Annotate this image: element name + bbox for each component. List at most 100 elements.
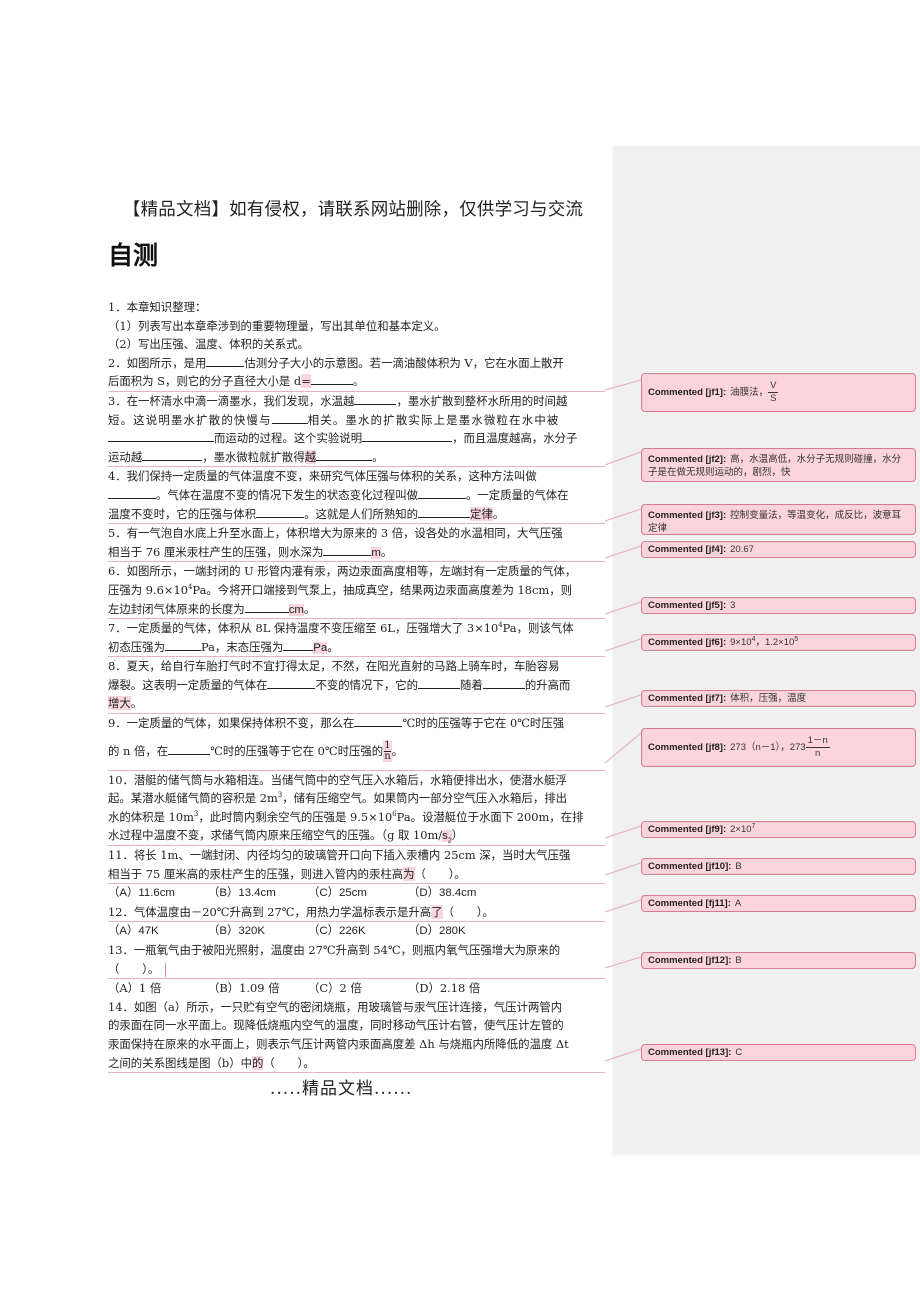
comment-jf9[interactable]: Commented [jf9]: 2×107 xyxy=(641,821,916,838)
comment-jf2[interactable]: Commented [jf2]: 高，水温高低，水分子无规则碰撞，水分子是在做无规… xyxy=(641,448,916,482)
comment-anchor-jf5[interactable]: cm xyxy=(288,603,304,616)
option-c[interactable]: （C）2 倍 xyxy=(308,979,408,998)
q11-line-1: 11．将长 1m、一端封闭、内径均匀的玻璃管开口向下插入汞槽内 25cm 深，当… xyxy=(108,848,571,863)
comment-jf7[interactable]: Commented [jf7]: 体积，压强，温度 xyxy=(641,690,916,707)
answer-blank[interactable] xyxy=(310,372,353,386)
comment-anchor-jf2[interactable]: 越 xyxy=(304,449,317,464)
q10-line-4: 水过程中温度不变，求储气筒内原来压缩空气的压强。（g 取 10m/s2） xyxy=(108,826,605,847)
comment-anchor-jf9[interactable]: s2 xyxy=(442,830,452,845)
comment-jf4[interactable]: Commented [jf4]: 20.67 xyxy=(641,541,916,558)
answer-blank[interactable] xyxy=(206,354,245,367)
answer-blank[interactable] xyxy=(271,411,308,424)
q10-line-2: 起。某潜水艇储气筒的容积是 2m3，储有压缩空气。如果筒内一部分空气压入水箱后，… xyxy=(108,791,567,806)
q3-line-4: 运动越 ，墨水微粒就扩散得越。 xyxy=(108,448,605,468)
option-d[interactable]: （D）38.4cm xyxy=(408,884,476,903)
option-b[interactable]: （B）320K xyxy=(208,922,308,941)
option-a[interactable]: （A）11.6cm xyxy=(108,884,208,903)
comment-jf12[interactable]: Commented [jf12]: B xyxy=(641,952,916,969)
answer-blank[interactable] xyxy=(267,676,316,689)
q5-line-2: 相当于 76 厘米汞柱产生的压强，则水深为 m。 xyxy=(108,543,605,563)
q10-line-1: 10．潜艇的储气筒与水箱相连。当储气筒中的空气压入水箱后，水箱便排出水，使潜水艇… xyxy=(108,772,567,787)
q13-line-1: 13．一瓶氧气由于被阳光照射，温度由 27℃升高到 54℃，则瓶内氧气压强增大为… xyxy=(108,943,561,957)
answer-blank[interactable] xyxy=(108,429,214,443)
comment-jf13[interactable]: Commented [jf13]: C xyxy=(641,1044,916,1061)
q1-line-1: 1．本章知识整理： xyxy=(108,300,207,314)
option-a[interactable]: （A）47K xyxy=(108,922,208,941)
comment-jf6[interactable]: Commented [jf6]: 9×104，1.2×105 xyxy=(641,634,916,651)
q7-line-1: 7．一定质量的气体，体积从 8L 保持温度不变压缩至 6L，压强增大了 3×10… xyxy=(108,621,574,636)
option-b[interactable]: （B）1.09 倍 xyxy=(208,979,308,998)
answer-blank[interactable] xyxy=(418,486,466,499)
q8-line-2: 爆裂。这表明一定质量的气体在 不变的情况下，它的 随着 的升高而 xyxy=(108,676,571,692)
answer-blank[interactable] xyxy=(283,638,314,651)
q11-line-2: 相当于 75 厘米高的汞柱产生的压强，则进入管内的汞柱高为（ ）。 xyxy=(108,865,605,885)
q10-line-3: 水的体积是 10m3，此时筒内剩余空气的压强是 9.5×106Pa。设潜艇位于水… xyxy=(108,809,584,824)
q5-line-1: 5．有一气泡自水底上升至水面上，体积增大为原来的 3 倍，设各处的水温相同，大气… xyxy=(108,526,563,541)
answer-blank[interactable] xyxy=(482,676,525,689)
option-d[interactable]: （D）280K xyxy=(408,922,466,941)
comment-anchor-jf4[interactable]: m xyxy=(371,546,381,559)
q14-line-4: 之间的关系图线是图（b）中的（ ）。 xyxy=(108,1054,605,1074)
comment-anchor-jf8[interactable]: 1n xyxy=(383,741,392,763)
option-d[interactable]: （D）2.18 倍 xyxy=(408,979,480,998)
option-b[interactable]: （B）13.4cm xyxy=(208,884,308,903)
answer-blank[interactable] xyxy=(354,714,403,728)
q6-line-1: 6．如图所示，一端封闭的 U 形管内灌有汞，两边汞面高度相等，左端封有一定质量的… xyxy=(108,564,577,579)
q3-line-2: 短。这说明墨水扩散的快慢与 相关。墨水的扩散实际上是墨水微粒在水中被 xyxy=(108,411,560,427)
answer-blank[interactable] xyxy=(168,742,211,755)
comment-jf10[interactable]: Commented [jf10]: B xyxy=(641,858,916,875)
comment-anchor-jf3[interactable]: 定律 xyxy=(470,506,493,521)
answer-blank[interactable] xyxy=(354,392,397,405)
q4-line-2: 。气体在温度不变的情况下发生的状态变化过程叫做 。一定质量的气体在 xyxy=(108,486,605,505)
answer-blank[interactable] xyxy=(108,486,156,499)
q14-line-2: 的汞面在同一水平面上。现降低烧瓶内空气的温度，同时移动气压计右管，使气压计左管的 xyxy=(108,1018,564,1033)
q8-line-1: 8．夏天，给自行车胎打气时不宜打得太足，不然，在阳光直射的马路上骑车时，车胎容易 xyxy=(108,659,560,674)
answer-blank[interactable] xyxy=(164,638,201,651)
comment-anchor-jf13[interactable]: 的 xyxy=(251,1055,264,1070)
footer-banner: .....精品文档...... xyxy=(270,1079,413,1099)
q11-options: （A）11.6cm （B）13.4cm （C）25cm （D）38.4cm xyxy=(108,884,605,903)
q9-line-2: 的 n 倍，在 ℃时的压强等于它在 0℃时压强的 1 n。 xyxy=(108,733,605,771)
answer-blank[interactable] xyxy=(256,505,305,518)
comment-anchor-jf6[interactable]: Pa xyxy=(313,641,328,654)
answer-blank[interactable] xyxy=(362,429,453,443)
q14-line-1: 14．如图（a）所示，一只贮有空气的密闭烧瓶，用玻璃管与汞气压计连接，气压计两管… xyxy=(108,999,563,1014)
answer-blank[interactable] xyxy=(418,676,461,689)
q2-line-2: 后面积为 S，则它的分子直径大小是 d=。 xyxy=(108,372,605,392)
comment-anchor-jf1[interactable]: = xyxy=(301,374,311,389)
q1-line-3: （2）写出压强、温度、体积的关系式。 xyxy=(108,337,309,352)
q13-options: （A）1 倍（B）1.09 倍（C）2 倍（D）2.18 倍 xyxy=(108,979,605,998)
q7-line-2: 初态压强为 Pa，末态压强为 Pa。 xyxy=(108,638,605,658)
q12-line-1: 12．气体温度由－20℃升高到 27℃，用热力学温标表示是升高了（ ）。 xyxy=(108,903,605,923)
answer-blank[interactable] xyxy=(323,543,372,556)
comment-jf8[interactable]: Commented [jf8]: 273（n－1），273 1－n n xyxy=(641,728,916,767)
comment-anchor-jf7[interactable]: 增大 xyxy=(108,696,131,711)
comment-jf3[interactable]: Commented [jf3]: 控制变量法，等温变化，成反比，波意耳定律 xyxy=(641,504,916,535)
answer-blank[interactable] xyxy=(316,448,373,461)
comment-jf5[interactable]: Commented [jf5]: 3 xyxy=(641,597,916,614)
option-c[interactable]: （C）25cm xyxy=(308,884,408,903)
answer-blank[interactable] xyxy=(244,600,289,613)
comment-fj11[interactable]: Commented [fj11]: A xyxy=(641,895,916,912)
comment-anchor-jf12[interactable] xyxy=(165,962,167,977)
q6-line-2: 压强为 9.6×104Pa。今将开口端接到气泵上，抽成真空，结果两边汞面高度差为… xyxy=(108,582,572,597)
q4-line-3: 温度不变时，它的压强与体积 。这就是人们所熟知的 定律。 xyxy=(108,505,605,525)
option-a[interactable]: （A）1 倍 xyxy=(108,979,208,998)
comment-anchor-fj11[interactable]: 了 xyxy=(431,904,443,919)
comment-jf1[interactable]: Commented [jf1]: 油膜法， VS xyxy=(641,373,916,412)
q14-line-3: 汞面保持在原来的水平面上，则表示气压计两管内汞面高度差 Δh 与烧瓶内所降低的温… xyxy=(108,1036,569,1051)
answer-blank[interactable] xyxy=(418,505,471,518)
option-c[interactable]: （C）226K xyxy=(308,922,408,941)
q3-line-1: 3．在一杯清水中滴一滴墨水，我们发现，水温越 ，墨水扩散到整杯水所用的时间越 xyxy=(108,392,568,408)
document-body: 1．本章知识整理： （1）列表写出本章牵涉到的重要物理量，写出其单位和基本定义。… xyxy=(108,298,605,1074)
q8-line-3: 增大。 xyxy=(108,694,605,715)
q1-line-2: （1）列表写出本章牵涉到的重要物理量，写出其单位和基本定义。 xyxy=(108,318,446,333)
comment-anchor-jf10[interactable]: 为 xyxy=(403,866,415,881)
q13-line-2: （ ）。 xyxy=(108,960,605,980)
q12-options: （A）47K （B）320K （C）226K （D）280K xyxy=(108,922,605,941)
header-banner: 【精品文档】如有侵权，请联系网站删除，仅供学习与交流 xyxy=(122,200,584,220)
q2-line-1: 2．如图所示，是用 估测分子大小的示意图。若一滴油酸体积为 V，它在水面上散开 xyxy=(108,354,564,370)
q3-line-3: 而运动的过程。这个实验说明 ，而且温度越高，水分子 xyxy=(108,429,605,448)
answer-blank[interactable] xyxy=(142,448,203,461)
q9-line-1: 9．一定质量的气体，如果保持体积不变，那么在 ℃时的压强等于它在 0℃时压强 xyxy=(108,714,565,731)
